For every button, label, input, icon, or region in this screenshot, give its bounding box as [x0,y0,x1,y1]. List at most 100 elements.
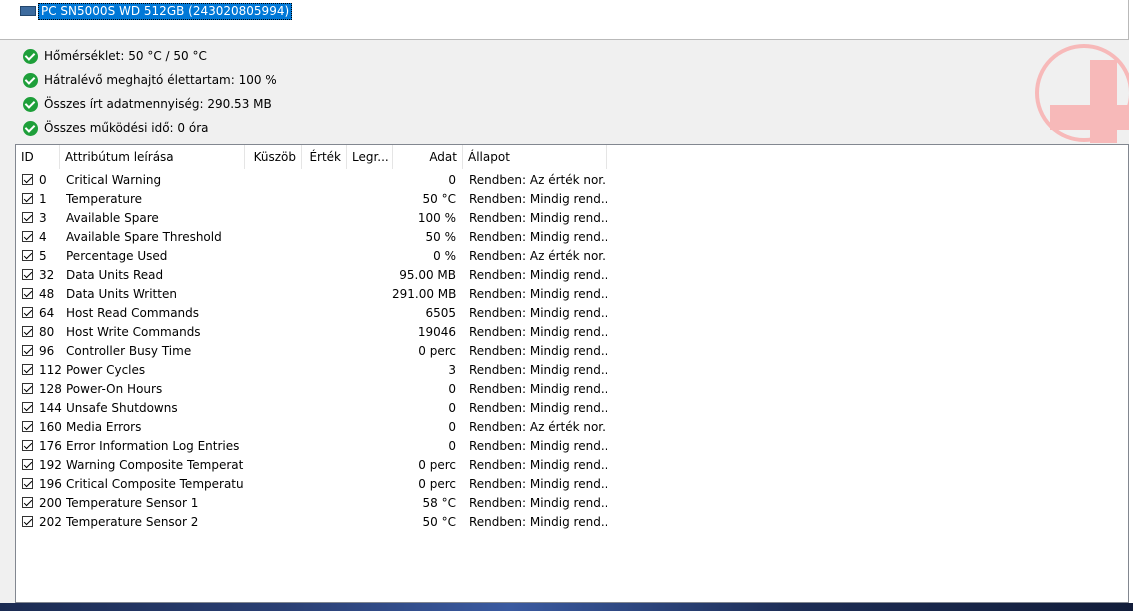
row-checkbox[interactable] [22,231,33,242]
status-power-on-time-text: Összes működési idő: 0 óra [44,121,209,135]
header-data[interactable]: Adat [393,145,463,169]
header-description[interactable]: Attribútum leírása [60,145,245,169]
cell-description: Power-On Hours [66,382,163,396]
status-temperature-text: Hőmérséklet: 50 °C / 50 °C [44,49,207,63]
table-row[interactable]: 4 Available Spare Threshold 50 % Rendben: M… [16,228,1128,247]
ok-check-icon [23,96,38,112]
row-checkbox[interactable] [22,497,33,508]
table-row[interactable]: 112 Power Cycles 3 Rendben: Mindig rend... [16,361,1128,380]
status-total-written-text: Összes írt adatmennyiség: 290.53 MB [44,97,272,111]
cell-status: Rendben: Mindig rend... [469,230,607,244]
cell-id: 144 [39,401,62,415]
table-row[interactable]: 202 Temperature Sensor 2 50 °C Rendben: Min… [16,513,1128,532]
drive-label[interactable]: PC SN5000S WD 512GB (243020805994) [38,2,293,20]
cell-description: Data Units Written [66,287,177,301]
cell-status: Rendben: Mindig rend... [469,325,607,339]
cell-id: 64 [39,306,55,320]
row-checkbox[interactable] [22,383,33,394]
cell-description: Available Spare [66,211,159,225]
header-status[interactable]: Állapot [463,145,607,169]
cell-data: 0 [448,401,456,415]
status-summary: Hőmérséklet: 50 °C / 50 °C Hátralévő meg… [0,40,1129,143]
cell-status: Rendben: Mindig rend... [469,439,607,453]
header-value[interactable]: Érték [302,145,347,169]
cell-id: 128 [39,382,62,396]
table-row[interactable]: 196 Critical Composite Temperatur... 0 per… [16,475,1128,494]
table-row[interactable]: 48 Data Units Written 291.00 MB Rendben: Mi… [16,285,1128,304]
table-row[interactable]: 144 Unsafe Shutdowns 0 Rendben: Mindig rend… [16,399,1128,418]
cell-status: Rendben: Mindig rend... [469,458,607,472]
drive-list-item[interactable]: PC SN5000S WD 512GB (243020805994) [20,2,293,20]
row-checkbox[interactable] [22,193,33,204]
attribute-table[interactable]: ID Attribútum leírása Küszöb Érték Legr.… [15,144,1129,603]
cell-description: Available Spare Threshold [66,230,222,244]
ok-check-icon [23,120,38,136]
table-row[interactable]: 1 Temperature 50 °C Rendben: Mindig rend... [16,190,1128,209]
status-remaining-life: Hátralévő meghajtó élettartam: 100 % [23,72,277,88]
cell-status: Rendben: Mindig rend... [469,401,607,415]
table-body: 0 Critical Warning 0 Rendben: Az érték nor.… [16,171,1128,532]
cell-id: 0 [39,173,47,187]
table-row[interactable]: 32 Data Units Read 95.00 MB Rendben: Mindig… [16,266,1128,285]
table-row[interactable]: 160 Media Errors 0 Rendben: Az érték nor... [16,418,1128,437]
cell-status: Rendben: Az érték nor... [469,173,607,187]
table-row[interactable]: 64 Host Read Commands 6505 Rendben: Mindig … [16,304,1128,323]
cell-data: 291.00 MB [392,287,456,301]
cell-status: Rendben: Mindig rend... [469,287,607,301]
cell-status: Rendben: Mindig rend... [469,382,607,396]
cell-description: Error Information Log Entries [66,439,240,453]
row-checkbox[interactable] [22,516,33,527]
row-checkbox[interactable] [22,364,33,375]
cell-data: 0 [448,173,456,187]
cell-data: 6505 [425,306,456,320]
cell-description: Power Cycles [66,363,146,377]
row-checkbox[interactable] [22,307,33,318]
table-row[interactable]: 200 Temperature Sensor 1 58 °C Rendben: Min… [16,494,1128,513]
row-checkbox[interactable] [22,326,33,337]
row-checkbox[interactable] [22,288,33,299]
cell-status: Rendben: Mindig rend... [469,477,607,491]
row-checkbox[interactable] [22,402,33,413]
cell-description: Temperature Sensor 1 [66,496,199,510]
status-total-written: Összes írt adatmennyiség: 290.53 MB [23,96,272,112]
cell-data: 95.00 MB [399,268,456,282]
cell-status: Rendben: Mindig rend... [469,211,607,225]
table-row[interactable]: 192 Warning Composite Temperat... 0 perc Re… [16,456,1128,475]
row-checkbox[interactable] [22,174,33,185]
cell-status: Rendben: Mindig rend... [469,515,607,529]
table-row[interactable]: 96 Controller Busy Time 0 perc Rendben: Min… [16,342,1128,361]
cell-status: Rendben: Az érték nor... [469,420,607,434]
drive-icon [20,6,36,16]
table-row[interactable]: 80 Host Write Commands 19046 Rendben: Mindi… [16,323,1128,342]
cell-data: 0 [448,420,456,434]
row-checkbox[interactable] [22,250,33,261]
cell-status: Rendben: Mindig rend... [469,306,607,320]
table-row[interactable]: 3 Available Spare 100 % Rendben: Mindig ren… [16,209,1128,228]
cell-status: Rendben: Mindig rend... [469,344,607,358]
cell-description: Temperature [66,192,143,206]
cell-description: Temperature Sensor 2 [66,515,199,529]
table-row[interactable]: 176 Error Information Log Entries 0 Rendben… [16,437,1128,456]
cell-status: Rendben: Az érték nor... [469,249,607,263]
cell-description: Unsafe Shutdowns [66,401,178,415]
cell-id: 3 [39,211,47,225]
header-id[interactable]: ID [16,145,60,169]
row-checkbox[interactable] [22,478,33,489]
row-checkbox[interactable] [22,459,33,470]
header-threshold[interactable]: Küszöb [245,145,302,169]
drive-list: PC SN5000S WD 512GB (243020805994) [0,0,1129,40]
cell-id: 160 [39,420,62,434]
status-power-on-time: Összes működési idő: 0 óra [23,120,208,136]
row-checkbox[interactable] [22,212,33,223]
row-checkbox[interactable] [22,421,33,432]
row-checkbox[interactable] [22,440,33,451]
table-row[interactable]: 0 Critical Warning 0 Rendben: Az érték nor.… [16,171,1128,190]
cell-id: 1 [39,192,47,206]
cell-description: Host Read Commands [66,306,200,320]
taskbar-strip [0,603,1133,611]
header-worst[interactable]: Legr... [347,145,393,169]
row-checkbox[interactable] [22,269,33,280]
row-checkbox[interactable] [22,345,33,356]
table-row[interactable]: 5 Percentage Used 0 % Rendben: Az érték nor… [16,247,1128,266]
table-row[interactable]: 128 Power-On Hours 0 Rendben: Mindig rend..… [16,380,1128,399]
